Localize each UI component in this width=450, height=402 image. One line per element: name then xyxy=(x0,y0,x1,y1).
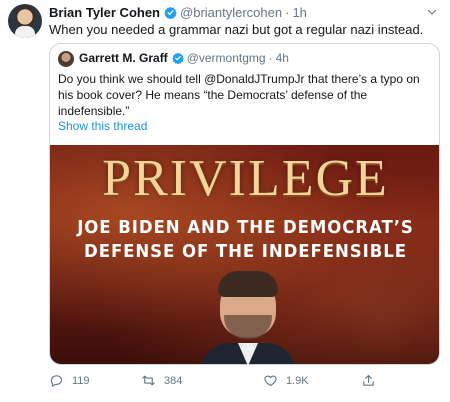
tweet[interactable]: Brian Tyler Cohen @briantylercohen · 1h … xyxy=(0,0,450,402)
quoted-avatar[interactable] xyxy=(58,51,74,67)
cover-portrait xyxy=(200,265,296,364)
book-cover-subtitle-line2: DEFENSE OF THE INDEFENSIBLE xyxy=(84,241,407,262)
retweet-icon xyxy=(142,375,155,386)
verified-badge-icon xyxy=(164,6,177,19)
timestamp[interactable]: 1h xyxy=(292,5,306,20)
quoted-tweet[interactable]: Garrett M. Graff @vermontgmg · 4h Do you… xyxy=(49,43,440,365)
book-cover-title: PRIVILEGE xyxy=(102,150,389,207)
retweet-button[interactable]: 384 xyxy=(141,373,182,388)
heart-icon xyxy=(264,375,277,387)
share-button[interactable] xyxy=(361,373,384,388)
reply-button[interactable]: 119 xyxy=(49,373,90,388)
tweet-text: When you needed a grammar nazi but got a… xyxy=(49,22,424,37)
quoted-author-handle[interactable]: @vermontgmg xyxy=(187,51,266,65)
retweet-count: 384 xyxy=(164,374,183,387)
cover-background-face xyxy=(339,265,429,355)
show-thread-link[interactable]: Show this thread xyxy=(58,119,147,133)
reply-count: 119 xyxy=(72,374,90,387)
tweet-actions: 119 384 1.9K xyxy=(49,373,389,389)
author-name[interactable]: Brian Tyler Cohen xyxy=(49,5,160,20)
book-cover-image[interactable]: PRIVILEGE JOE BIDEN AND THE DEMOCRAT’S D… xyxy=(50,145,439,364)
verified-badge-icon xyxy=(171,52,184,64)
separator-dot: · xyxy=(285,5,290,20)
quoted-timestamp[interactable]: 4h xyxy=(276,51,289,65)
chevron-down-icon[interactable] xyxy=(426,6,438,18)
book-cover-subtitle-line1: JOE BIDEN AND THE DEMOCRAT’S xyxy=(77,217,414,238)
reply-icon xyxy=(50,375,63,387)
quoted-text: Do you think we should tell @DonaldJTrum… xyxy=(58,72,420,118)
separator-dot: · xyxy=(268,51,273,65)
like-button[interactable]: 1.9K xyxy=(263,373,309,388)
quoted-header: Garrett M. Graff @vermontgmg · 4h xyxy=(79,51,289,65)
share-icon xyxy=(363,374,374,386)
tweet-header: Brian Tyler Cohen @briantylercohen · 1h xyxy=(49,5,307,20)
like-count: 1.9K xyxy=(286,374,309,387)
quoted-author-name[interactable]: Garrett M. Graff xyxy=(79,51,168,65)
author-handle[interactable]: @briantylercohen xyxy=(180,5,282,20)
avatar[interactable] xyxy=(8,4,42,38)
